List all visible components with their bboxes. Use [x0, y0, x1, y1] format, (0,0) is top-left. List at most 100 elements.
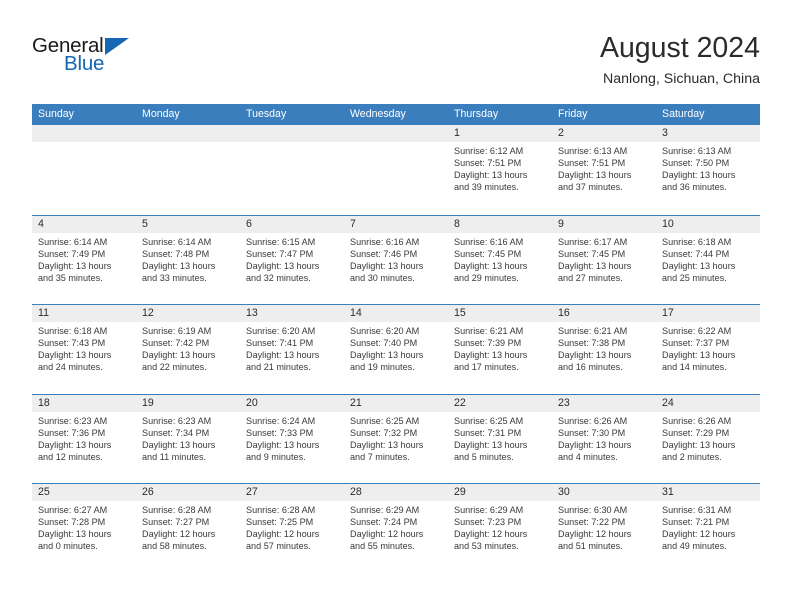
day-number: 31	[656, 484, 760, 501]
sunrise-text: Sunrise: 6:19 AM	[142, 326, 212, 336]
daylight-text-line2: and 5 minutes.	[454, 451, 514, 462]
day-cell[interactable]: 25 Sunrise: 6:27 AM Sunset: 7:28 PM Dayligh…	[32, 484, 136, 573]
day-details: Sunrise: 6:17 AM Sunset: 7:45 PM Daylight:…	[552, 232, 656, 304]
sunrise-text: Sunrise: 6:20 AM	[350, 326, 420, 336]
day-cell[interactable]: 31 Sunrise: 6:31 AM Sunset: 7:21 PM Dayligh…	[656, 484, 760, 573]
day-cell[interactable]: 22 Sunrise: 6:25 AM Sunset: 7:31 PM Dayligh…	[448, 394, 552, 483]
day-cell[interactable]: 24 Sunrise: 6:26 AM Sunset: 7:29 PM Dayligh…	[656, 394, 760, 483]
day-details: Sunrise: 6:21 AM Sunset: 7:39 PM Daylight:…	[448, 322, 552, 394]
day-cell[interactable]: 6 Sunrise: 6:15 AM Sunset: 7:47 PM Daylight…	[240, 215, 344, 304]
day-number: 1	[448, 125, 552, 142]
sunset-text: Sunset: 7:42 PM	[142, 338, 210, 349]
day-number: 24	[656, 394, 760, 412]
daylight-text-line2: and 25 minutes.	[662, 272, 727, 283]
sunrise-text: Sunrise: 6:18 AM	[38, 326, 108, 336]
day-cell[interactable]: 8 Sunrise: 6:16 AM Sunset: 7:45 PM Daylight…	[448, 215, 552, 304]
sunrise-text: Sunrise: 6:28 AM	[142, 505, 212, 515]
day-details	[240, 142, 344, 215]
sunrise-text: Sunrise: 6:14 AM	[142, 236, 212, 247]
triangle-icon	[105, 38, 129, 55]
day-cell[interactable]: 19 Sunrise: 6:23 AM Sunset: 7:34 PM Dayligh…	[136, 394, 240, 483]
day-cell[interactable]: 14 Sunrise: 6:20 AM Sunset: 7:40 PM Dayligh…	[344, 305, 448, 394]
sunset-text: Sunset: 7:37 PM	[662, 338, 730, 349]
sunrise-text: Sunrise: 6:15 AM	[246, 236, 316, 247]
day-cell[interactable]: 9 Sunrise: 6:17 AM Sunset: 7:45 PM Daylight…	[552, 215, 656, 304]
daylight-text-line1: Daylight: 13 hours	[558, 260, 632, 271]
day-cell[interactable]: 15 Sunrise: 6:21 AM Sunset: 7:39 PM Dayligh…	[448, 305, 552, 394]
sunset-text: Sunset: 7:36 PM	[38, 427, 106, 438]
day-cell[interactable]: 30 Sunrise: 6:30 AM Sunset: 7:22 PM Dayligh…	[552, 484, 656, 573]
sunset-text: Sunset: 7:28 PM	[38, 517, 106, 528]
day-cell[interactable]: 20 Sunrise: 6:24 AM Sunset: 7:33 PM Dayligh…	[240, 394, 344, 483]
day-details: Sunrise: 6:15 AM Sunset: 7:47 PM Daylight:…	[240, 232, 344, 304]
daylight-text-line1: Daylight: 13 hours	[246, 350, 320, 361]
sunrise-text: Sunrise: 6:23 AM	[38, 415, 108, 426]
daylight-text-line2: and 27 minutes.	[558, 272, 623, 283]
day-cell[interactable]: 26 Sunrise: 6:28 AM Sunset: 7:27 PM Dayligh…	[136, 484, 240, 573]
daylight-text-line1: Daylight: 13 hours	[246, 439, 320, 450]
daylight-text-line2: and 49 minutes.	[662, 541, 727, 552]
day-number: 16	[552, 305, 656, 322]
day-cell[interactable]: 21 Sunrise: 6:25 AM Sunset: 7:32 PM Dayligh…	[344, 394, 448, 483]
weekday-header-friday: Friday	[558, 108, 588, 120]
daylight-text-line2: and 55 minutes.	[350, 541, 415, 552]
day-number: 4	[32, 215, 136, 233]
page-subtitle: Nanlong, Sichuan, China	[603, 71, 760, 87]
daylight-text-line2: and 30 minutes.	[350, 272, 415, 283]
day-cell[interactable]: 29 Sunrise: 6:29 AM Sunset: 7:23 PM Dayligh…	[448, 484, 552, 573]
week-row: 11 Sunrise: 6:18 AM Sunset: 7:43 PM Dayligh…	[32, 304, 760, 394]
day-details: Sunrise: 6:13 AM Sunset: 7:50 PM Daylight:…	[656, 142, 760, 215]
brand-logo[interactable]: General Blue	[32, 34, 162, 82]
day-details: Sunrise: 6:20 AM Sunset: 7:40 PM Daylight:…	[344, 322, 448, 394]
page-title: August 2024	[599, 32, 760, 64]
brand-blue-text: Blue	[64, 52, 105, 75]
day-cell[interactable]: 13 Sunrise: 6:20 AM Sunset: 7:41 PM Dayligh…	[240, 305, 344, 394]
day-cell[interactable]: 3 Sunrise: 6:13 AM Sunset: 7:50 PM Daylight…	[656, 125, 760, 215]
day-cell[interactable]: 12 Sunrise: 6:19 AM Sunset: 7:42 PM Dayligh…	[136, 305, 240, 394]
sunrise-text: Sunrise: 6:21 AM	[454, 326, 524, 336]
daylight-text-line2: and 12 minutes.	[38, 451, 103, 462]
sunrise-text: Sunrise: 6:25 AM	[454, 415, 524, 426]
day-cell[interactable]: 1 Sunrise: 6:12 AM Sunset: 7:51 PM Daylight…	[448, 125, 552, 215]
sunset-text: Sunset: 7:40 PM	[350, 338, 418, 349]
day-cell[interactable]: 10 Sunrise: 6:18 AM Sunset: 7:44 PM Dayligh…	[656, 215, 760, 304]
daylight-text-line1: Daylight: 13 hours	[558, 350, 632, 361]
day-cell[interactable]: 28 Sunrise: 6:29 AM Sunset: 7:24 PM Dayligh…	[344, 484, 448, 573]
daylight-text-line2: and 24 minutes.	[38, 362, 103, 373]
day-details: Sunrise: 6:29 AM Sunset: 7:24 PM Daylight:…	[344, 501, 448, 573]
day-cell[interactable]: 4 Sunrise: 6:14 AM Sunset: 7:49 PM Daylight…	[32, 215, 136, 304]
sunset-text: Sunset: 7:51 PM	[454, 158, 522, 169]
day-cell-empty	[240, 125, 344, 215]
calendar-grid: Sunday Monday Tuesday Wednesday Thursday Frid…	[32, 104, 760, 573]
day-number: 26	[136, 484, 240, 501]
day-details: Sunrise: 6:16 AM Sunset: 7:46 PM Daylight:…	[344, 232, 448, 304]
day-cell[interactable]: 27 Sunrise: 6:28 AM Sunset: 7:25 PM Dayligh…	[240, 484, 344, 573]
daylight-text-line2: and 7 minutes.	[350, 451, 410, 462]
day-number: 7	[344, 215, 448, 233]
day-details: Sunrise: 6:22 AM Sunset: 7:37 PM Daylight:…	[656, 322, 760, 394]
day-number: 5	[136, 215, 240, 233]
day-details: Sunrise: 6:26 AM Sunset: 7:30 PM Daylight:…	[552, 411, 656, 483]
sunset-text: Sunset: 7:43 PM	[38, 338, 106, 349]
day-number: 9	[552, 215, 656, 233]
daylight-text-line1: Daylight: 13 hours	[246, 260, 320, 271]
day-details: Sunrise: 6:12 AM Sunset: 7:51 PM Daylight:…	[448, 142, 552, 215]
day-cell[interactable]: 7 Sunrise: 6:16 AM Sunset: 7:46 PM Daylight…	[344, 215, 448, 304]
day-cell[interactable]: 11 Sunrise: 6:18 AM Sunset: 7:43 PM Dayligh…	[32, 305, 136, 394]
sunset-text: Sunset: 7:49 PM	[38, 248, 106, 259]
daylight-text-line2: and 39 minutes.	[454, 182, 519, 193]
day-cell-empty	[136, 125, 240, 215]
day-number: 28	[344, 484, 448, 501]
day-cell[interactable]: 18 Sunrise: 6:23 AM Sunset: 7:36 PM Dayligh…	[32, 394, 136, 483]
day-details: Sunrise: 6:13 AM Sunset: 7:51 PM Daylight:…	[552, 142, 656, 215]
day-cell[interactable]: 17 Sunrise: 6:22 AM Sunset: 7:37 PM Dayligh…	[656, 305, 760, 394]
day-details: Sunrise: 6:30 AM Sunset: 7:22 PM Daylight:…	[552, 501, 656, 573]
day-cell[interactable]: 23 Sunrise: 6:26 AM Sunset: 7:30 PM Dayligh…	[552, 394, 656, 483]
sunset-text: Sunset: 7:31 PM	[454, 427, 522, 438]
day-cell[interactable]: 16 Sunrise: 6:21 AM Sunset: 7:38 PM Dayligh…	[552, 305, 656, 394]
day-cell[interactable]: 2 Sunrise: 6:13 AM Sunset: 7:51 PM Daylight…	[552, 125, 656, 215]
day-cell[interactable]: 5 Sunrise: 6:14 AM Sunset: 7:48 PM Daylight…	[136, 215, 240, 304]
daylight-text-line1: Daylight: 12 hours	[246, 529, 320, 540]
sunset-text: Sunset: 7:21 PM	[662, 517, 730, 528]
day-number: 6	[240, 215, 344, 233]
